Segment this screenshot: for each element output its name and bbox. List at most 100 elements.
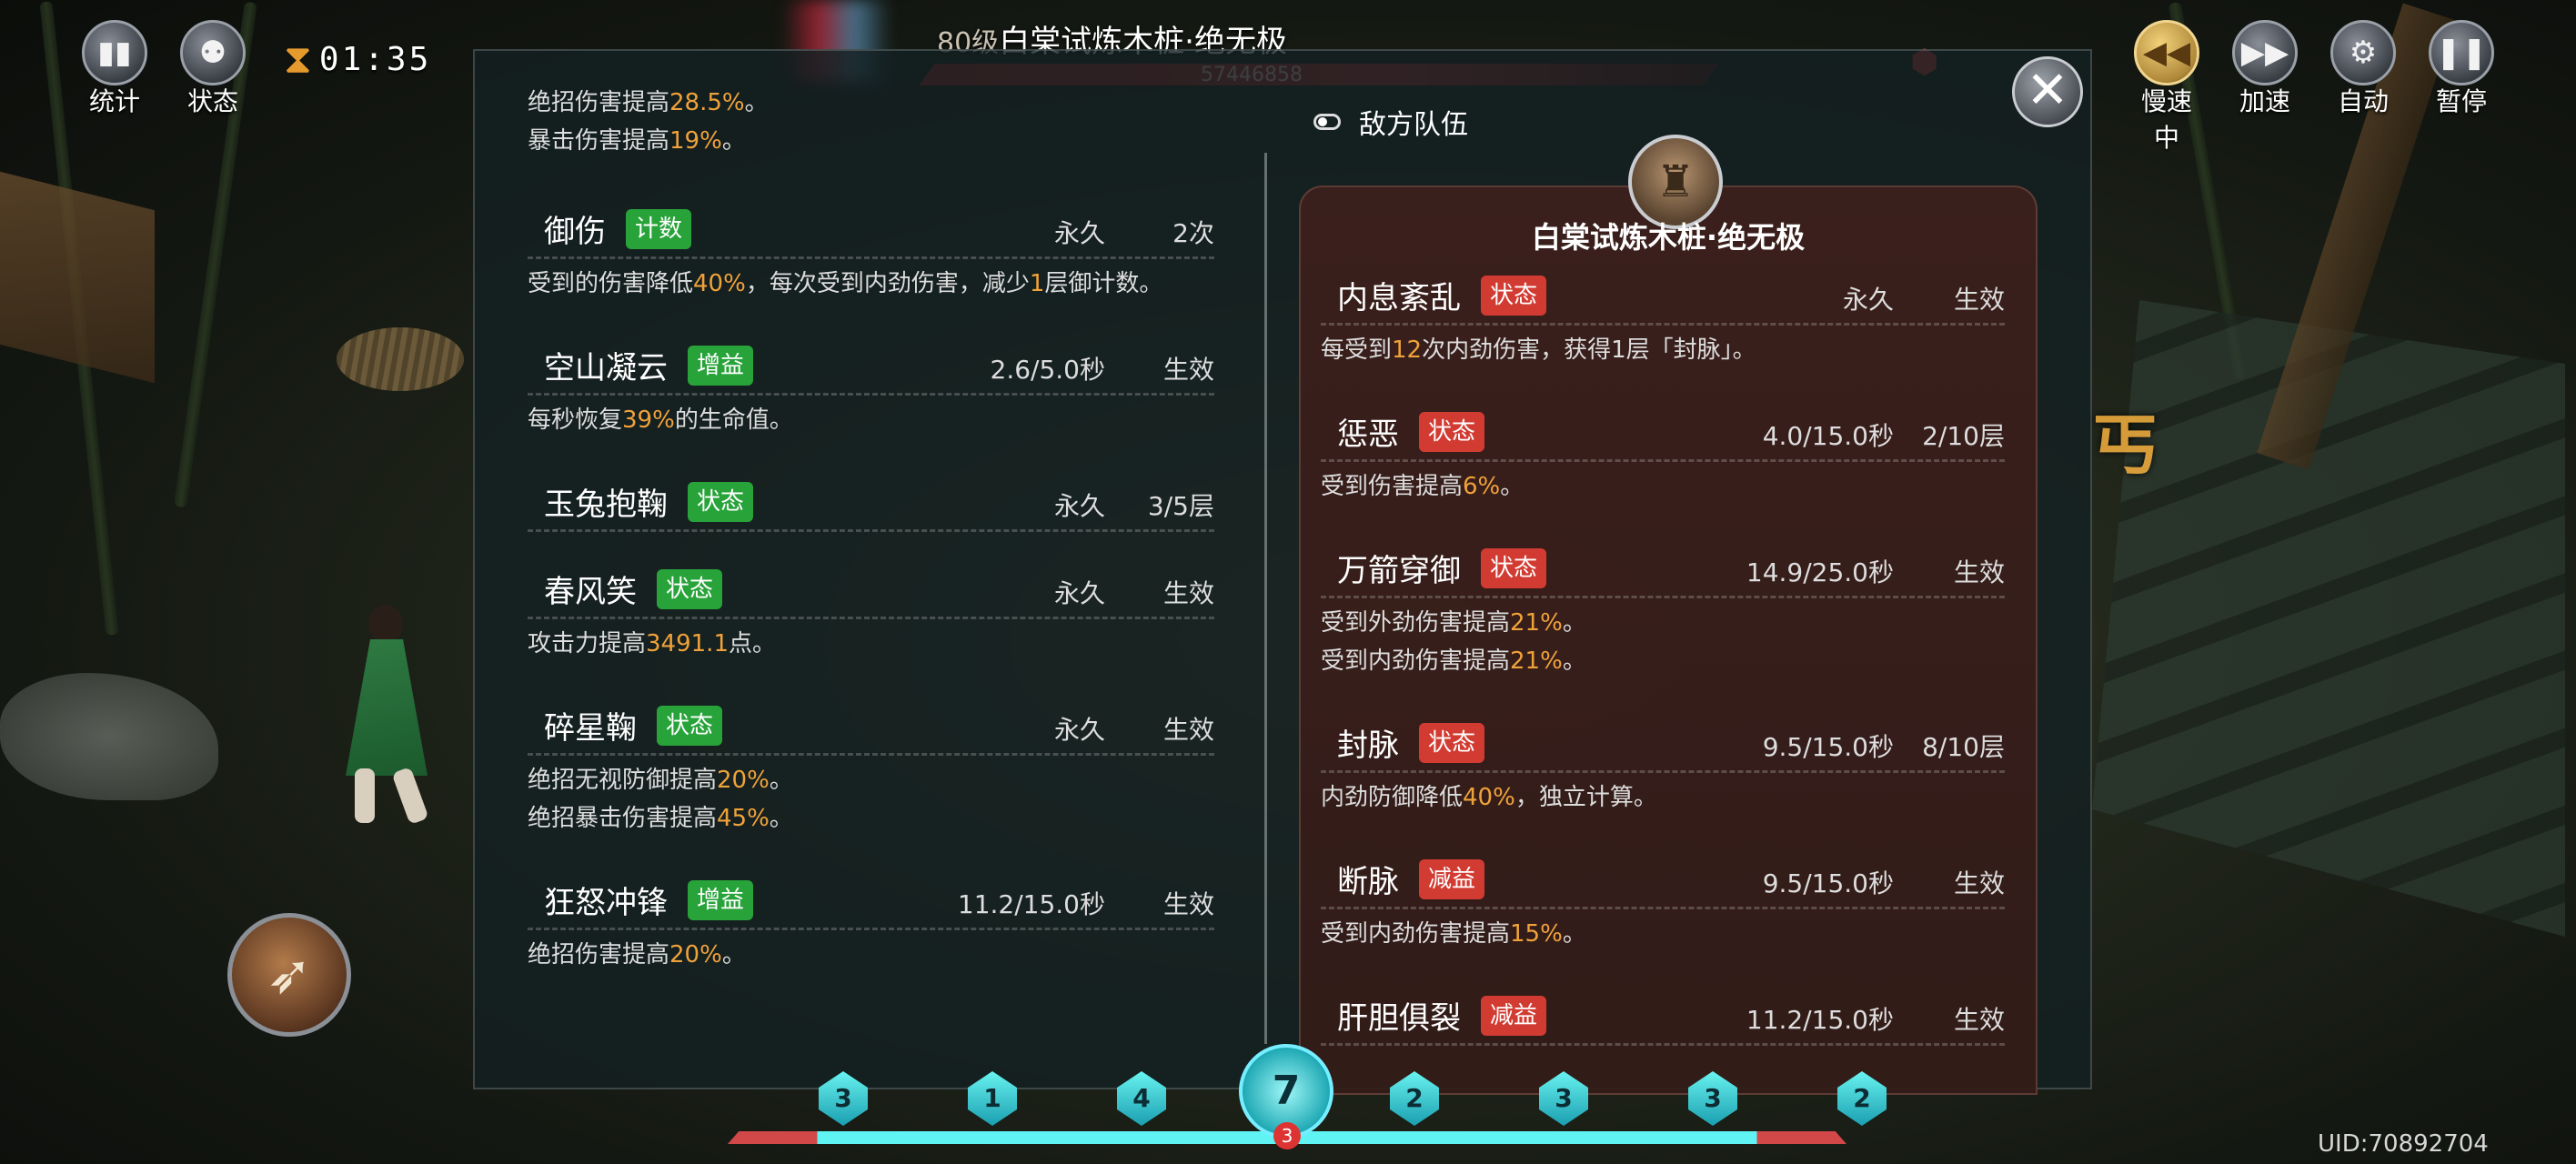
enemy-debuff-item[interactable]: 断脉 减益 9.5/15.0秒 生效 受到内劲伤害提高15%。 (1321, 851, 2005, 953)
enemy-debuff-item[interactable]: 万箭穿御 状态 14.9/25.0秒 生效 受到外劲伤害提高21%。 受到内劲伤害提高21… (1321, 540, 2005, 680)
effect-type-tag: 增益 (688, 879, 754, 920)
slow-label: 慢速中 (2140, 86, 2192, 153)
effect-duration: 永久 (1053, 715, 1105, 745)
effect-status: 8/10层 (1922, 732, 2005, 762)
effect-row: 断脉 减益 (1321, 851, 2005, 909)
enemy-team-label: 敌方队伍 (1359, 109, 1468, 141)
effect-description: 绝招无视防御提高20%。 绝招暴击伤害提高45%。 (528, 756, 1214, 838)
desc-text: 暴击伤害提高 (528, 127, 670, 155)
ally-buff-item[interactable]: 御伤 计数 永久 2次 受到的伤害降低40%，每次受到内劲伤害，减少1层御计数。 (528, 201, 1214, 303)
effect-status: 生效 (1953, 868, 2005, 898)
effect-type-tag: 计数 (626, 208, 692, 249)
enemy-debuff-item[interactable]: 肝胆俱裂 减益 11.2/15.0秒 生效 (1321, 988, 2005, 1046)
desc-text: 内劲防御降低 (1321, 784, 1464, 811)
stats-button[interactable]: ▮▮ 统计 (78, 20, 151, 118)
ally-buff-item[interactable]: 玉兔抱鞠 状态 永久 3/5层 (528, 474, 1214, 532)
highlight-value: 15% (1510, 920, 1563, 948)
effect-description: 受到的伤害降低40%，每次受到内劲伤害，减少1层御计数。 (528, 259, 1214, 303)
effect-description: 绝招伤害提高20%。 (528, 930, 1214, 974)
desc-text: 。 (721, 127, 746, 155)
description-line: 受到伤害提高6%。 (1321, 467, 2005, 506)
effect-type-tag: 减益 (1419, 858, 1485, 899)
effect-name: 断脉 (1337, 864, 1399, 900)
desc-text: 绝招无视防御提高 (528, 767, 718, 794)
effect-description: 每秒恢复39%的生命值。 (528, 396, 1214, 439)
effect-row: 内息紊乱 状态 (1321, 267, 2005, 326)
effect-status: 生效 (1953, 285, 2005, 315)
desc-text: 每受到 (1321, 336, 1393, 364)
status-button[interactable]: ⚉ 状态 (176, 20, 249, 118)
dodge-button[interactable]: ➶ (227, 913, 351, 1037)
effect-status: 2/10层 (1922, 421, 2005, 451)
enemy-debuff-item[interactable]: 内息紊乱 状态 永久 生效 每受到12次内劲伤害，获得1层「封脉」。 (1321, 267, 2005, 369)
description-line: 绝招伤害提高28.5%。 (528, 84, 769, 122)
enemy-team-header[interactable]: 敌方队伍 (1313, 102, 1468, 142)
auto-button[interactable]: ⚙ 自动 (2327, 20, 2400, 118)
description-line: 每秒恢复39%的生命值。 (528, 401, 1214, 439)
highlight-value: 21% (1510, 647, 1563, 675)
effect-name: 玉兔抱鞠 (544, 487, 668, 523)
close-button[interactable]: ✕ (2012, 56, 2083, 127)
effect-row: 狂怒冲锋 增益 (528, 872, 1214, 930)
wooden-dummy-icon: ♜ (1655, 156, 1696, 207)
description-line: 绝招暴击伤害提高45%。 (528, 799, 1214, 838)
highlight-value: 6% (1463, 473, 1501, 500)
ultimate-sub-count: 3 (1273, 1122, 1301, 1149)
speed-up-button[interactable]: ▶▶ 加速 (2229, 20, 2301, 118)
effect-description: 受到伤害提高6%。 (1321, 462, 2005, 506)
desc-text: 。 (1500, 473, 1524, 500)
floating-combat-text: 丐 (2092, 406, 2158, 483)
highlight-value: 1 (1029, 270, 1045, 297)
description-line: 绝招无视防御提高20%。 (528, 761, 1214, 799)
person-icon: ⚉ (180, 20, 246, 85)
effect-type-tag: 状态 (657, 568, 723, 609)
desc-text: 受到伤害提高 (1321, 473, 1464, 500)
effect-name: 肝胆俱裂 (1337, 1000, 1461, 1037)
highlight-value: 19% (669, 127, 722, 155)
description-line: 受到内劲伤害提高15%。 (1321, 915, 2005, 953)
desc-text: 层御计数。 (1044, 270, 1163, 297)
effect-duration: 永久 (1053, 491, 1105, 521)
effect-duration: 4.0/15.0秒 (1762, 421, 1894, 451)
panel-divider (1264, 153, 1267, 1044)
highlight-value: 40% (693, 270, 746, 297)
highlight-value: 28.5% (669, 89, 745, 116)
hourglass-icon: ⧗ (284, 36, 312, 83)
description-line: 内劲防御降低40%，独立计算。 (1321, 778, 2005, 817)
speed-label: 加速 (2239, 86, 2290, 116)
ally-buff-item[interactable]: 狂怒冲锋 增益 11.2/15.0秒 生效 绝招伤害提高20%。 (528, 872, 1214, 974)
effect-type-tag: 状态 (657, 705, 723, 746)
battle-timer: ⧗ 01:35 (284, 36, 431, 83)
description-line: 受到外劲伤害提高21%。 (1321, 604, 2005, 642)
pause-button[interactable]: ❚❚ 暂停 (2425, 20, 2498, 118)
bar-chart-icon: ▮▮ (82, 20, 147, 85)
desc-text: 绝招暴击伤害提高 (528, 805, 718, 832)
effect-status: 生效 (1953, 1005, 2005, 1035)
desc-text: 。 (744, 89, 769, 116)
enemy-debuff-item[interactable]: 惩恶 状态 4.0/15.0秒 2/10层 受到伤害提高6%。 (1321, 404, 2005, 506)
effect-status: 3/5层 (1147, 491, 1214, 521)
description-line: 暴击伤害提高19%。 (528, 122, 769, 160)
effect-name: 狂怒冲锋 (544, 885, 668, 921)
slow-speed-button[interactable]: ◀◀ 慢速中 (2130, 20, 2203, 155)
ally-buff-item[interactable]: 碎星鞠 状态 永久 生效 绝招无视防御提高20%。 绝招暴击伤害提高45%。 (528, 697, 1214, 838)
desc-text: 。 (721, 941, 746, 968)
player-character (327, 605, 455, 825)
character-head (368, 605, 403, 643)
desc-text: 的生命值。 (674, 406, 793, 434)
fast-forward-icon: ▶▶ (2232, 20, 2298, 85)
effect-duration: 永久 (1053, 218, 1105, 248)
auto-label: 自动 (2337, 86, 2389, 116)
character-leg (355, 768, 375, 823)
desc-text: 。 (1562, 920, 1586, 948)
effect-name: 碎星鞠 (544, 710, 637, 747)
effect-row: 万箭穿御 状态 (1321, 540, 2005, 598)
rock-pile (0, 673, 218, 800)
effect-name: 封脉 (1337, 728, 1399, 764)
effect-duration: 2.6/5.0秒 (990, 355, 1106, 385)
enemy-debuff-item[interactable]: 封脉 状态 9.5/15.0秒 8/10层 内劲防御降低40%，独立计算。 (1321, 715, 2005, 817)
desc-text: 。 (769, 767, 793, 794)
ally-buff-item[interactable]: 空山凝云 增益 2.6/5.0秒 生效 每秒恢复39%的生命值。 (528, 337, 1214, 439)
user-id: UID:70892704 (2318, 1130, 2489, 1158)
ally-buff-item[interactable]: 春风笑 状态 永久 生效 攻击力提高3491.1点。 (528, 561, 1214, 663)
